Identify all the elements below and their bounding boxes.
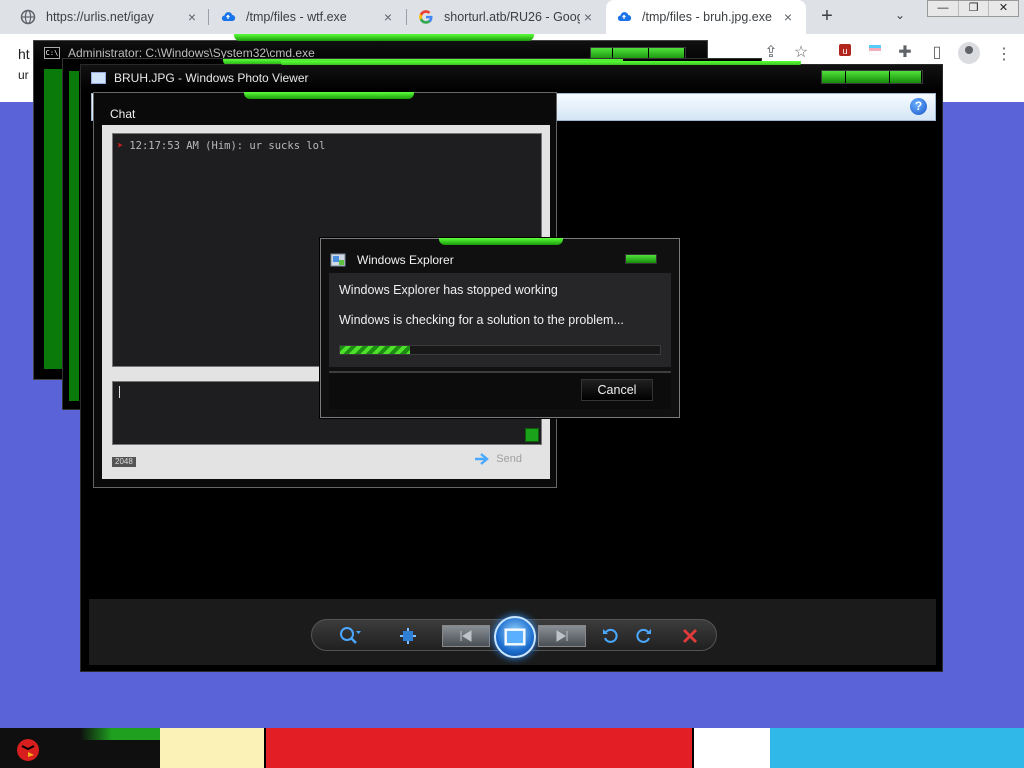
cancel-button[interactable]: Cancel: [581, 379, 653, 401]
send-label: Send: [496, 453, 522, 465]
delete-icon[interactable]: [678, 624, 702, 648]
wallpaper-segment: [770, 728, 1024, 768]
tab-title: shorturl.atb/RU26 - Goog: [444, 10, 580, 24]
photo-viewer-caption-buttons: [821, 70, 923, 84]
cmd-icon: C:\: [44, 47, 60, 59]
title-glow-accent: [234, 34, 534, 41]
tab-separator: [208, 9, 209, 25]
help-button[interactable]: ?: [910, 98, 927, 115]
svg-text:u: u: [842, 46, 847, 56]
photo-viewer-titlebar: BRUH.JPG - Windows Photo Viewer: [81, 65, 942, 91]
minimize-button[interactable]: —: [928, 1, 958, 16]
tab-title: https://urlis.net/igay: [46, 10, 154, 24]
stacked-window-edge: [69, 71, 79, 401]
wallpaper-segment: [264, 728, 694, 768]
title-glow-accent: [244, 92, 414, 99]
tab-close-icon[interactable]: ×: [780, 9, 796, 25]
cloud-upload-icon: [617, 12, 632, 22]
minimize-button[interactable]: [822, 71, 846, 83]
windows-explorer-icon: [330, 253, 346, 267]
side-panel-icon[interactable]: ▯: [926, 42, 948, 64]
profile-avatar[interactable]: [958, 42, 980, 64]
close-window-button[interactable]: ✕: [988, 1, 1018, 16]
wallpaper-segment: [694, 728, 770, 768]
tab-title: /tmp/files - wtf.exe: [246, 10, 347, 24]
tab-close-icon[interactable]: ×: [184, 9, 200, 25]
tab-close-icon[interactable]: ×: [580, 9, 596, 25]
wallpaper-strip: [0, 728, 1024, 768]
browser-tab[interactable]: /tmp/files - wtf.exe ×: [210, 0, 406, 34]
angry-bird-icon: [17, 739, 39, 761]
extension-flag-icon[interactable]: [864, 42, 886, 64]
google-icon: [419, 10, 433, 24]
dialog-minimize-button[interactable]: [625, 254, 657, 264]
chat-message-text: 12:17:53 AM (Him): ur sucks lol: [129, 140, 326, 152]
browser-tab-bar: https://urlis.net/igay × /tmp/files - wt…: [0, 0, 1024, 34]
maximize-button[interactable]: [846, 71, 890, 83]
error-dialog[interactable]: Windows Explorer Windows Explorer has st…: [320, 238, 680, 418]
text-caret: [119, 386, 120, 398]
fit-to-window-icon[interactable]: [396, 624, 420, 648]
progress-fill: [340, 346, 411, 354]
chat-title: Chat: [110, 107, 136, 121]
previous-button[interactable]: [442, 625, 490, 647]
page-text-fragment: ur: [18, 68, 29, 82]
wallpaper-segment: [160, 728, 264, 768]
tab-search-button[interactable]: ⌄: [895, 8, 905, 22]
zoom-icon[interactable]: [338, 624, 362, 648]
photo-viewer-icon: [91, 72, 106, 84]
dialog-title: Windows Explorer: [357, 253, 454, 267]
browser-tab[interactable]: https://urlis.net/igay ×: [10, 0, 210, 34]
photo-viewer-controlbar: [89, 599, 936, 665]
browser-tab[interactable]: shorturl.atb/RU26 - Goog ×: [408, 0, 606, 34]
extensions-puzzle-icon[interactable]: ✚: [894, 42, 916, 64]
tab-title: /tmp/files - bruh.jpg.exe: [642, 10, 772, 24]
title-glow-accent: [439, 238, 563, 245]
next-button[interactable]: [538, 625, 586, 647]
browser-menu-icon[interactable]: ⋮: [996, 44, 1012, 64]
browser-tab-active[interactable]: /tmp/files - bruh.jpg.exe ×: [606, 0, 806, 34]
tab-separator: [406, 9, 407, 25]
cloud-upload-icon: [221, 12, 236, 22]
rotate-right-icon[interactable]: [632, 624, 656, 648]
chat-message: ➤ 12:17:53 AM (Him): ur sucks lol: [117, 140, 537, 152]
slideshow-icon: [504, 628, 526, 646]
dialog-message-primary: Windows Explorer has stopped working: [339, 283, 558, 297]
dialog-body: Windows Explorer has stopped working Win…: [329, 273, 671, 367]
dialog-titlebar: Windows Explorer: [329, 251, 454, 269]
photo-viewer-title: BRUH.JPG - Windows Photo Viewer: [114, 71, 309, 85]
send-icon: [475, 453, 490, 465]
restore-button[interactable]: ❐: [958, 1, 988, 16]
slideshow-button[interactable]: [494, 616, 536, 658]
progress-bar: [339, 345, 661, 355]
close-button[interactable]: [890, 71, 922, 83]
controls-pill: [311, 616, 717, 658]
char-count-badge: 2048: [112, 457, 136, 467]
resize-grip[interactable]: [525, 428, 539, 442]
window-controls: — ❐ ✕: [927, 0, 1019, 17]
extension-icon[interactable]: u: [834, 42, 856, 64]
new-tab-button[interactable]: +: [816, 6, 838, 28]
send-button[interactable]: Send: [474, 453, 522, 465]
tab-close-icon[interactable]: ×: [380, 9, 396, 25]
globe-icon: [20, 9, 36, 25]
message-arrow-icon: ➤: [117, 140, 124, 152]
page-text-fragment: ht: [18, 46, 30, 62]
rotate-left-icon[interactable]: [598, 624, 622, 648]
dialog-footer: Cancel: [329, 371, 671, 409]
dialog-message-secondary: Windows is checking for a solution to th…: [339, 313, 624, 327]
